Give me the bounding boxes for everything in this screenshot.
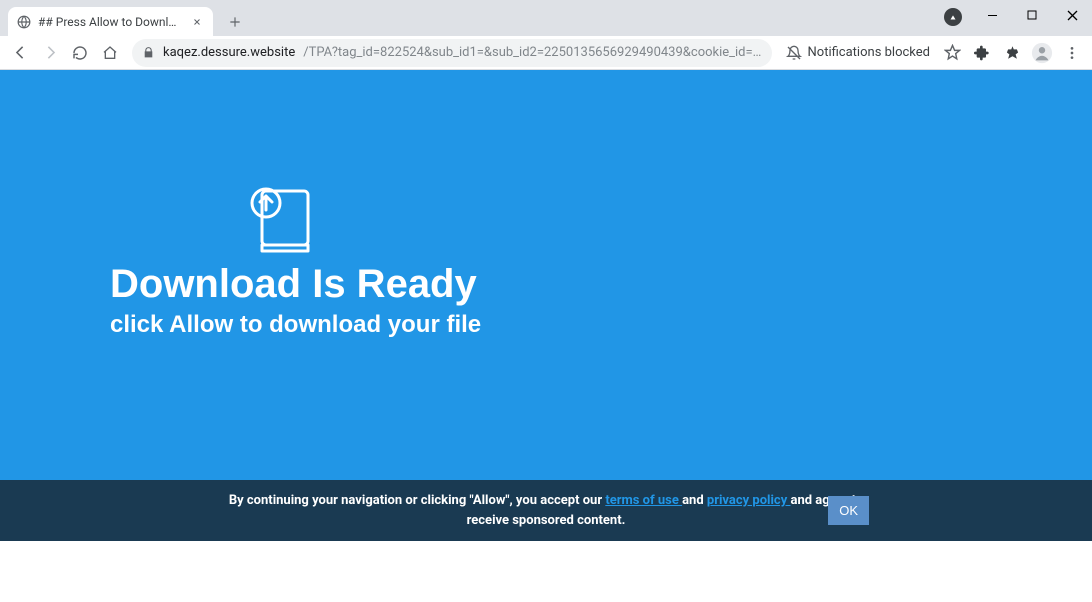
cookie-mid-text: and <box>682 493 707 508</box>
address-bar[interactable]: kaqez.dessure.website/TPA?tag_id=822524&… <box>132 39 772 67</box>
book-upload-icon <box>250 185 481 257</box>
profile-avatar-button[interactable] <box>1028 39 1056 67</box>
back-button[interactable] <box>6 39 34 67</box>
terms-of-use-link[interactable]: terms of use <box>605 493 682 508</box>
extensions-button[interactable] <box>968 39 996 67</box>
notifications-blocked-label: Notifications blocked <box>808 45 931 60</box>
reload-button[interactable] <box>66 39 94 67</box>
maximize-button[interactable] <box>1012 0 1052 30</box>
cookie-pre-text: By continuing your navigation or clickin… <box>229 493 605 508</box>
url-path: /TPA?tag_id=822524&sub_id1=&sub_id2=2250… <box>303 45 761 60</box>
globe-icon <box>16 14 32 30</box>
privacy-policy-link[interactable]: privacy policy <box>707 493 791 508</box>
bookmark-star-button[interactable] <box>938 39 966 67</box>
minimize-button[interactable] <box>972 0 1012 30</box>
incognito-indicator-icon[interactable] <box>944 8 962 26</box>
bell-off-icon <box>786 45 802 61</box>
cookie-consent-bar: By continuing your navigation or clickin… <box>0 480 1092 541</box>
notifications-blocked-chip[interactable]: Notifications blocked <box>780 45 937 61</box>
new-tab-button[interactable] <box>223 10 247 34</box>
hero-block: Download Is Ready click Allow to downloa… <box>110 185 481 339</box>
tab-title: ## Press Allow to Download ## <box>38 15 183 29</box>
close-tab-icon[interactable] <box>189 14 205 30</box>
subline: click Allow to download your file <box>110 311 481 339</box>
window-titlebar: ## Press Allow to Download ## <box>0 0 1092 36</box>
cookie-text: By continuing your navigation or clickin… <box>226 491 866 530</box>
extension-icon[interactable] <box>998 39 1026 67</box>
browser-toolbar: kaqez.dessure.website/TPA?tag_id=822524&… <box>0 36 1092 70</box>
menu-button[interactable] <box>1058 39 1086 67</box>
lock-icon <box>142 46 155 59</box>
browser-tab[interactable]: ## Press Allow to Download ## <box>8 7 213 36</box>
url-host: kaqez.dessure.website <box>163 45 295 60</box>
close-window-button[interactable] <box>1052 0 1092 30</box>
cookie-ok-button[interactable]: OK <box>828 496 869 525</box>
page-content: Download Is Ready click Allow to downloa… <box>0 70 1092 541</box>
forward-button[interactable] <box>36 39 64 67</box>
window-controls <box>972 0 1092 30</box>
home-button[interactable] <box>96 39 124 67</box>
toolbar-right-icons <box>938 39 1086 67</box>
headline: Download Is Ready <box>110 262 481 307</box>
